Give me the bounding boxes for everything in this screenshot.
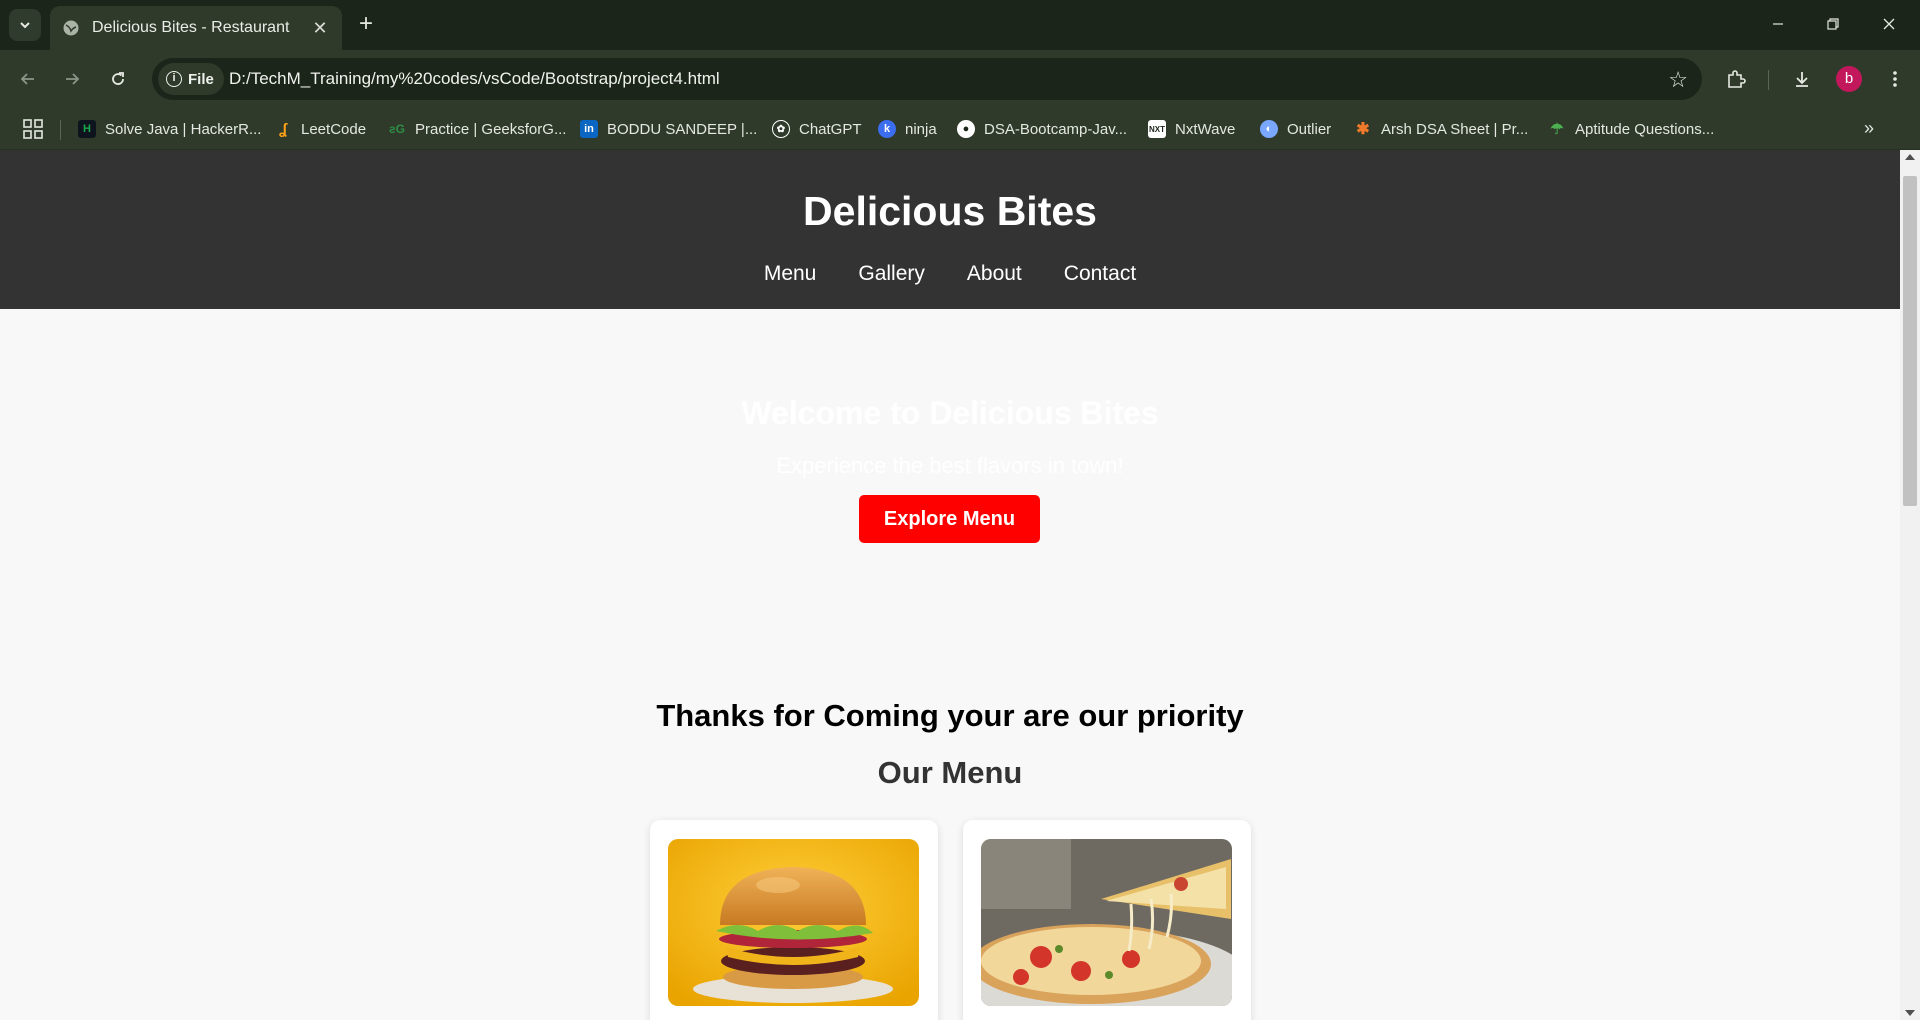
- browser-tab-active[interactable]: Delicious Bites - Restaurant ✕: [50, 6, 342, 50]
- hero-section: Welcome to Delicious Bites Experience th…: [0, 309, 1900, 679]
- burger-photo: [668, 839, 919, 1006]
- toolbar-divider: [1768, 70, 1769, 90]
- github-icon: ●: [957, 120, 975, 138]
- reload-icon[interactable]: [102, 63, 134, 95]
- explore-menu-button[interactable]: Explore Menu: [859, 495, 1040, 543]
- bookmark-label: Practice | GeeksforG...: [415, 120, 567, 138]
- linkedin-icon: in: [580, 120, 598, 138]
- url-scheme-label: File: [188, 70, 214, 88]
- menu-section-title: Our Menu: [877, 755, 1023, 790]
- ninja-icon: k: [878, 120, 896, 138]
- bookmark-label: NxtWave: [1175, 120, 1236, 138]
- geeksforgeeks-icon: ƨG: [388, 122, 405, 136]
- bookmark-aptitude[interactable]: ☂ Aptitude Questions...: [1548, 116, 1714, 142]
- bookmarks-divider: [60, 120, 61, 140]
- extensions-puzzle-icon[interactable]: [1721, 64, 1751, 94]
- bookmark-label: LeetCode: [301, 120, 367, 138]
- back-arrow-icon[interactable]: [12, 63, 44, 95]
- browser-toolbar: i File D:/TechM_Training/my%20codes/vsCo…: [0, 50, 1920, 108]
- site-header: Delicious Bites Menu Gallery About Conta…: [0, 150, 1900, 309]
- bookmarks-bar: H Solve Java | HackerR... ʆ LeetCode ƨG …: [0, 108, 1920, 150]
- bookmark-label: ChatGPT: [799, 120, 862, 138]
- bookmark-label: Outlier: [1287, 120, 1332, 138]
- page-viewport: Delicious Bites Menu Gallery About Conta…: [0, 150, 1900, 1020]
- site-brand: Delicious Bites: [803, 188, 1097, 234]
- nxtwave-icon: NXT: [1148, 120, 1166, 138]
- bookmark-nxtwave[interactable]: NXT NxtWave: [1148, 116, 1235, 142]
- chatgpt-icon: ✿: [772, 120, 790, 138]
- bookmark-ninja[interactable]: k ninja: [878, 116, 937, 142]
- bookmark-outlier[interactable]: ◐ Outlier: [1260, 116, 1331, 142]
- nav-link-gallery[interactable]: Gallery: [858, 262, 925, 286]
- bookmark-linkedin[interactable]: in BODDU SANDEEP |...: [580, 116, 757, 142]
- tab-search-button[interactable]: [9, 9, 41, 41]
- bookmark-label: Solve Java | HackerR...: [105, 120, 262, 138]
- bookmark-label: DSA-Bootcamp-Jav...: [984, 120, 1128, 138]
- outlier-icon: ◐: [1260, 120, 1278, 138]
- nav-link-menu[interactable]: Menu: [764, 262, 817, 286]
- tab-title: Delicious Bites - Restaurant: [92, 19, 290, 36]
- nav-link-contact[interactable]: Contact: [1064, 262, 1136, 286]
- pizza-photo: [981, 839, 1232, 1006]
- menu-card-pizza[interactable]: [963, 820, 1251, 1020]
- forward-arrow-icon[interactable]: [56, 63, 88, 95]
- address-bar[interactable]: i File D:/TechM_Training/my%20codes/vsCo…: [152, 58, 1702, 100]
- nav-link-about[interactable]: About: [967, 262, 1022, 286]
- bookmark-hackerrank[interactable]: H Solve Java | HackerR...: [78, 116, 261, 142]
- priority-heading: Thanks for Coming your are our priority: [656, 698, 1244, 733]
- bookmark-label: Aptitude Questions...: [1575, 120, 1715, 138]
- bookmark-geeksforgeeks[interactable]: ƨG Practice | GeeksforG...: [388, 116, 566, 142]
- site-nav: Menu Gallery About Contact: [0, 262, 1900, 286]
- profile-avatar[interactable]: b: [1836, 66, 1862, 92]
- close-window-icon[interactable]: [1866, 8, 1912, 40]
- bookmark-github[interactable]: ● DSA-Bootcamp-Jav...: [957, 116, 1127, 142]
- bookmark-label: Arsh DSA Sheet | Pr...: [1381, 120, 1529, 138]
- hero-subtitle: Experience the best flavors in town!: [776, 453, 1124, 478]
- scrollbar-thumb[interactable]: [1903, 176, 1917, 506]
- site-info-chip[interactable]: i File: [158, 63, 224, 95]
- browser-tab-strip: Delicious Bites - Restaurant ✕ +: [0, 0, 1920, 50]
- new-tab-button[interactable]: +: [352, 11, 380, 39]
- page-scrollbar[interactable]: [1900, 150, 1920, 1020]
- bookmark-leetcode[interactable]: ʆ LeetCode: [274, 116, 366, 142]
- hero-heading: Welcome to Delicious Bites: [741, 395, 1159, 431]
- menu-card-burger[interactable]: [650, 820, 938, 1020]
- arsh-dsa-icon: ✱: [1356, 121, 1370, 138]
- bookmark-arsh-dsa[interactable]: ✱ Arsh DSA Sheet | Pr...: [1354, 116, 1528, 142]
- more-menu-icon[interactable]: [1880, 64, 1910, 94]
- scroll-down-arrow-icon[interactable]: [1905, 1010, 1915, 1016]
- close-tab-icon[interactable]: ✕: [306, 14, 334, 42]
- scroll-up-arrow-icon[interactable]: [1905, 154, 1915, 160]
- download-icon[interactable]: [1787, 64, 1817, 94]
- aptitude-icon: ☂: [1550, 121, 1564, 138]
- chevron-double-right-icon[interactable]: »: [1864, 118, 1874, 139]
- bookmark-star-icon[interactable]: ☆: [1668, 67, 1688, 93]
- globe-icon: [63, 20, 79, 36]
- url-text[interactable]: D:/TechM_Training/my%20codes/vsCode/Boot…: [229, 69, 720, 89]
- chevron-down-icon: [20, 22, 30, 29]
- info-icon: i: [166, 71, 182, 87]
- apps-grid-icon[interactable]: [22, 118, 44, 140]
- restore-icon[interactable]: [1810, 8, 1856, 40]
- bookmark-label: ninja: [905, 120, 937, 138]
- bookmark-chatgpt[interactable]: ✿ ChatGPT: [772, 116, 862, 142]
- hackerrank-icon: H: [78, 120, 96, 138]
- leetcode-icon: ʆ: [278, 120, 288, 138]
- bookmark-label: BODDU SANDEEP |...: [607, 120, 758, 138]
- minimize-icon[interactable]: [1755, 8, 1801, 40]
